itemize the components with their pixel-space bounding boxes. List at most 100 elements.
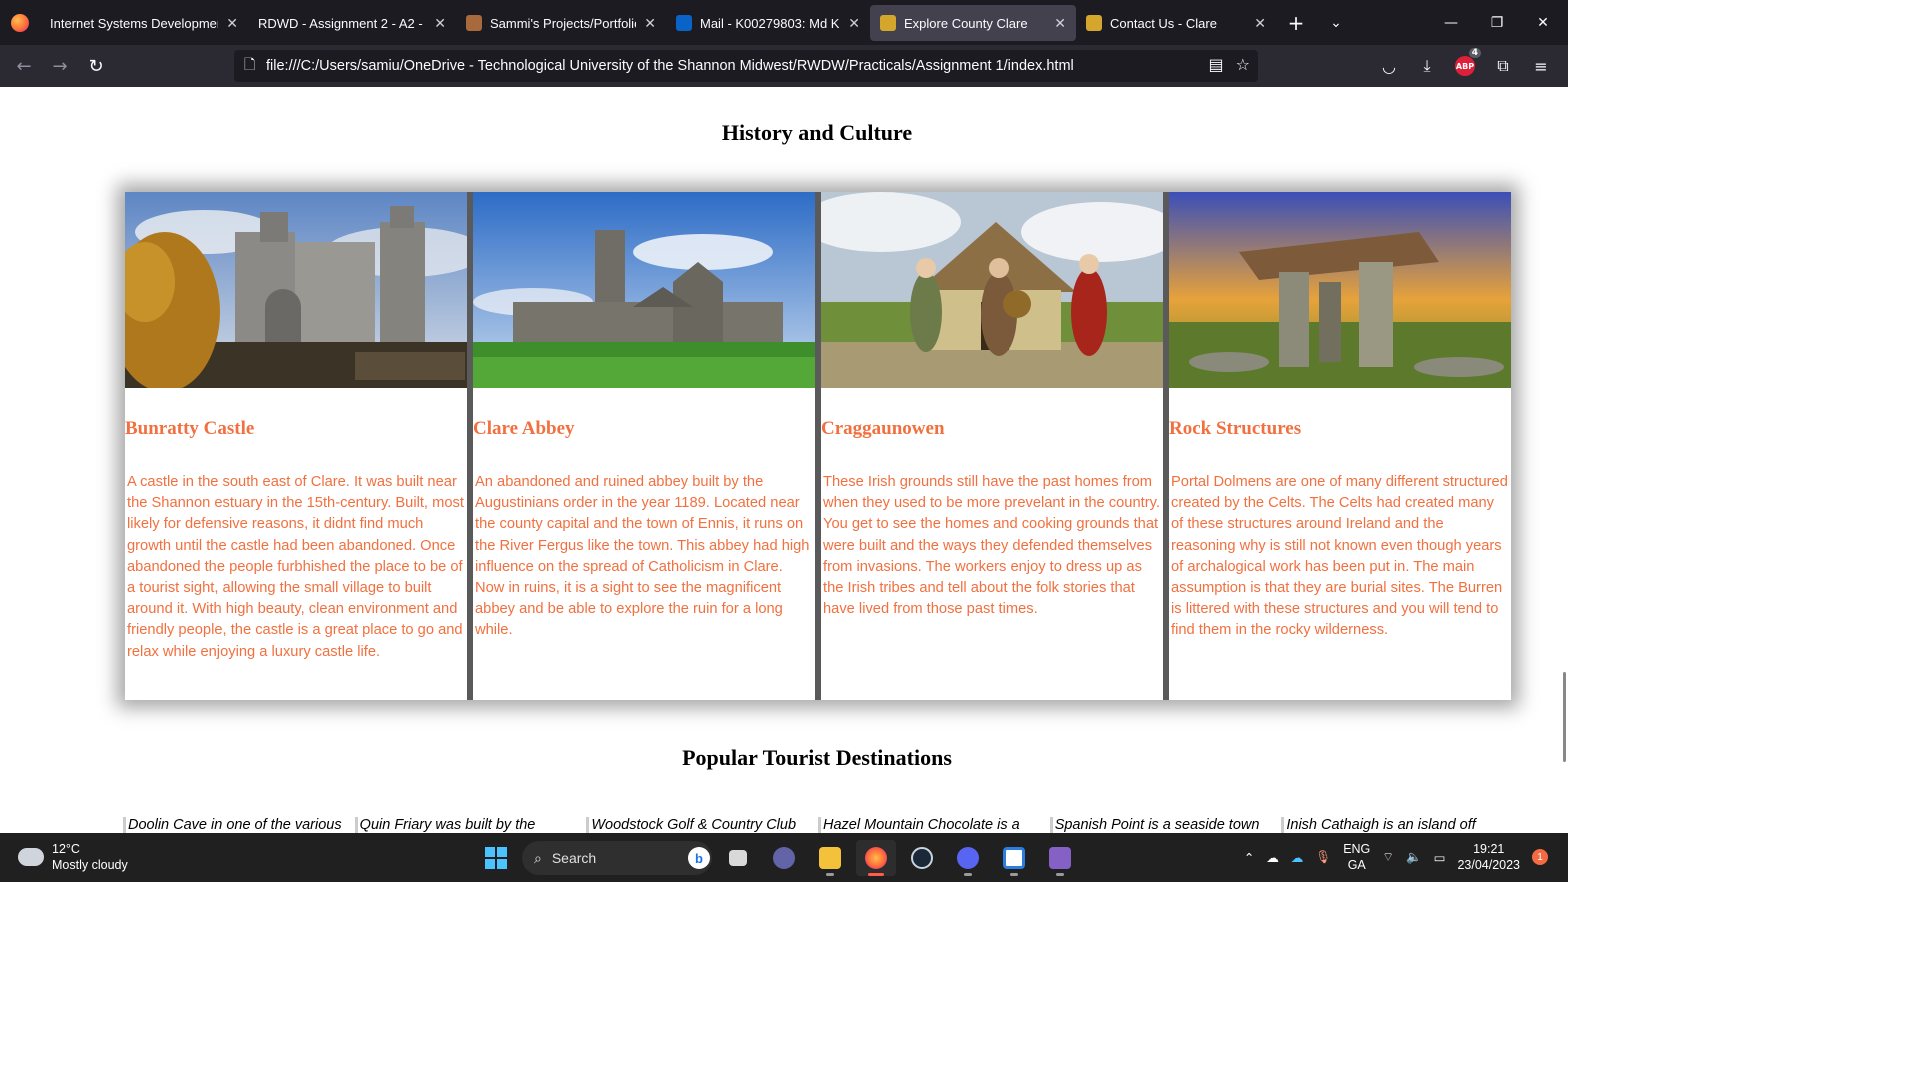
- browser-nav-bar: ← → ↻ 🗋 ▤ ☆ ◡ ⤓ ABP 4 ⧉ ≡: [0, 45, 1568, 87]
- search-label: Search: [551, 850, 597, 866]
- adblock-icon: ABP 4: [1455, 48, 1481, 76]
- destinations-row: Doolin Cave in one of the various Quin F…: [123, 817, 1513, 833]
- card-description: These Irish grounds still have the past …: [823, 474, 1160, 618]
- battery-icon[interactable]: ▭: [1434, 850, 1446, 865]
- outlook-icon: [676, 15, 692, 31]
- url-input[interactable]: [266, 58, 1186, 74]
- tab-title: Internet Systems Development –: [50, 15, 218, 31]
- visual-studio-icon[interactable]: [1040, 840, 1080, 876]
- extension-badge: 4: [1468, 48, 1481, 58]
- clock[interactable]: 19:21 23/04/2023: [1457, 841, 1520, 873]
- browser-tab-bar: Internet Systems Development – ✕ RDWD - …: [0, 0, 1568, 45]
- close-icon[interactable]: ✕: [644, 15, 656, 32]
- close-icon[interactable]: ✕: [1254, 15, 1266, 32]
- pocket-icon[interactable]: ◡: [1372, 50, 1406, 82]
- language-indicator[interactable]: ENG GA: [1343, 841, 1370, 873]
- extensions-icon[interactable]: ⧉: [1486, 50, 1520, 82]
- card-bunratty-castle: Bunratty Castle A castle in the south ea…: [125, 192, 467, 700]
- notification-badge[interactable]: 1: [1532, 849, 1548, 865]
- discord-icon[interactable]: [948, 840, 988, 876]
- close-icon[interactable]: ✕: [434, 15, 446, 32]
- destination-card: Doolin Cave in one of the various: [123, 817, 355, 833]
- tab-title: Mail - K00279803: Md Kazi: [700, 15, 840, 31]
- firefox-taskbar-icon[interactable]: [856, 840, 896, 876]
- microphone-icon[interactable]: 🎙: [1315, 850, 1331, 865]
- tab-mail[interactable]: Mail - K00279803: Md Kazi ✕: [666, 5, 870, 41]
- card-title: Clare Abbey: [473, 418, 575, 439]
- history-cards: Bunratty Castle A castle in the south ea…: [125, 192, 1511, 700]
- tab-title: Explore County Clare: [904, 15, 1028, 31]
- destination-card: Hazel Mountain Chocolate is a: [818, 817, 1050, 833]
- tab-title: Sammi's Projects/Portfolio: [490, 15, 637, 31]
- destination-card: Woodstock Golf & Country Club: [586, 817, 818, 833]
- card-rock-structures: Rock Structures Portal Dolmens are one o…: [1169, 192, 1511, 700]
- tab-portfolio[interactable]: Sammi's Projects/Portfolio ✕: [456, 5, 666, 41]
- close-icon[interactable]: ✕: [226, 15, 238, 32]
- task-view-icon[interactable]: [718, 840, 758, 876]
- windows-taskbar: 12°C Mostly cloudy ⌕ Search b ⌃ ☁ ☁ 🎙 EN…: [0, 833, 1568, 882]
- tab-explore-county-clare[interactable]: Explore County Clare ✕: [870, 5, 1076, 41]
- language-code: ENG: [1343, 842, 1371, 856]
- file-explorer-icon[interactable]: [810, 840, 850, 876]
- destination-card: Quin Friary was built by the: [354, 817, 587, 833]
- tab-internet-systems[interactable]: Internet Systems Development – ✕: [40, 5, 248, 41]
- clare-favicon-icon: [880, 15, 896, 31]
- app-menu-icon[interactable]: ≡: [1524, 50, 1558, 82]
- page-info-icon[interactable]: 🗋: [244, 54, 266, 78]
- date: 23/04/2023: [1457, 858, 1520, 872]
- new-tab-button[interactable]: +: [1276, 11, 1316, 35]
- card-description: A castle in the south east of Clare. It …: [127, 474, 464, 660]
- close-window-icon[interactable]: ✕: [1520, 0, 1566, 45]
- history-section-title: History and Culture: [721, 120, 913, 145]
- bookmark-star-icon[interactable]: ☆: [1236, 55, 1250, 74]
- clare-abbey-image: [473, 192, 815, 388]
- windows-logo-icon: [485, 847, 507, 869]
- teams-chat-icon[interactable]: [764, 840, 804, 876]
- close-icon[interactable]: ✕: [848, 15, 860, 32]
- card-description: Portal Dolmens are one of many different…: [1171, 474, 1508, 639]
- forward-icon[interactable]: →: [42, 50, 78, 82]
- app-window-icon[interactable]: [994, 840, 1034, 876]
- destinations-section-title: Popular Tourist Destinations: [682, 745, 952, 770]
- system-tray: ⌃ ☁ ☁ 🎙 ENG GA ⌔ 🔈 ▭ 19:21 23/04/2023 1: [1244, 841, 1548, 873]
- cloudy-weather-icon: [15, 842, 44, 866]
- destination-card: Inish Cathaigh is an island off: [1281, 817, 1513, 833]
- downloads-icon[interactable]: ⤓: [1410, 50, 1444, 82]
- tab-contact-us[interactable]: Contact Us - Clare ✕: [1076, 5, 1276, 41]
- tab-title: Contact Us - Clare: [1110, 15, 1217, 31]
- page-scrollbar[interactable]: [1563, 672, 1566, 762]
- wifi-icon[interactable]: ⌔: [1382, 849, 1394, 865]
- volume-icon[interactable]: 🔈: [1406, 850, 1422, 865]
- firefox-menu-icon[interactable]: [0, 0, 40, 45]
- portal-dolmen-image: [1169, 192, 1511, 388]
- restore-icon[interactable]: ❐: [1474, 0, 1520, 45]
- tab-rdwd-assignment[interactable]: RDWD - Assignment 2 - A2 - RD ✕: [248, 5, 456, 41]
- steam-icon[interactable]: [902, 840, 942, 876]
- start-button[interactable]: [476, 840, 516, 876]
- adblock-label: ABP: [1455, 61, 1475, 71]
- weather-widget[interactable]: 12°C Mostly cloudy: [15, 841, 128, 873]
- clare-favicon-icon: [1086, 15, 1102, 31]
- web-page: History and Culture Bunratty Castle A ca…: [0, 87, 1568, 833]
- minimize-icon[interactable]: —: [1428, 0, 1474, 45]
- taskbar-search[interactable]: ⌕ Search b: [522, 841, 712, 875]
- show-hidden-icons-icon[interactable]: ⌃: [1244, 850, 1254, 865]
- bing-icon[interactable]: b: [688, 847, 710, 869]
- tab-title: RDWD - Assignment 2 - A2 - RD: [258, 15, 426, 31]
- search-icon: ⌕: [534, 849, 542, 866]
- reader-view-icon[interactable]: ▤: [1209, 55, 1224, 74]
- bunratty-castle-image: [125, 192, 467, 388]
- card-title: Craggaunowen: [821, 418, 945, 439]
- destination-card: Spanish Point is a seaside town: [1049, 817, 1282, 833]
- adblock-extension-button[interactable]: ABP 4: [1448, 48, 1482, 82]
- url-bar[interactable]: 🗋 ▤ ☆: [234, 50, 1258, 82]
- card-title: Rock Structures: [1169, 418, 1302, 439]
- list-all-tabs-icon[interactable]: ⌄: [1316, 15, 1356, 31]
- close-icon[interactable]: ✕: [1054, 15, 1066, 32]
- card-clare-abbey: Clare Abbey An abandoned and ruined abbe…: [473, 192, 815, 700]
- onedrive-business-icon[interactable]: ☁: [1291, 850, 1304, 865]
- reload-icon[interactable]: ↻: [78, 50, 114, 82]
- onedrive-icon[interactable]: ☁: [1266, 850, 1279, 865]
- temperature: 12°C: [52, 842, 80, 856]
- back-icon[interactable]: ←: [6, 50, 42, 82]
